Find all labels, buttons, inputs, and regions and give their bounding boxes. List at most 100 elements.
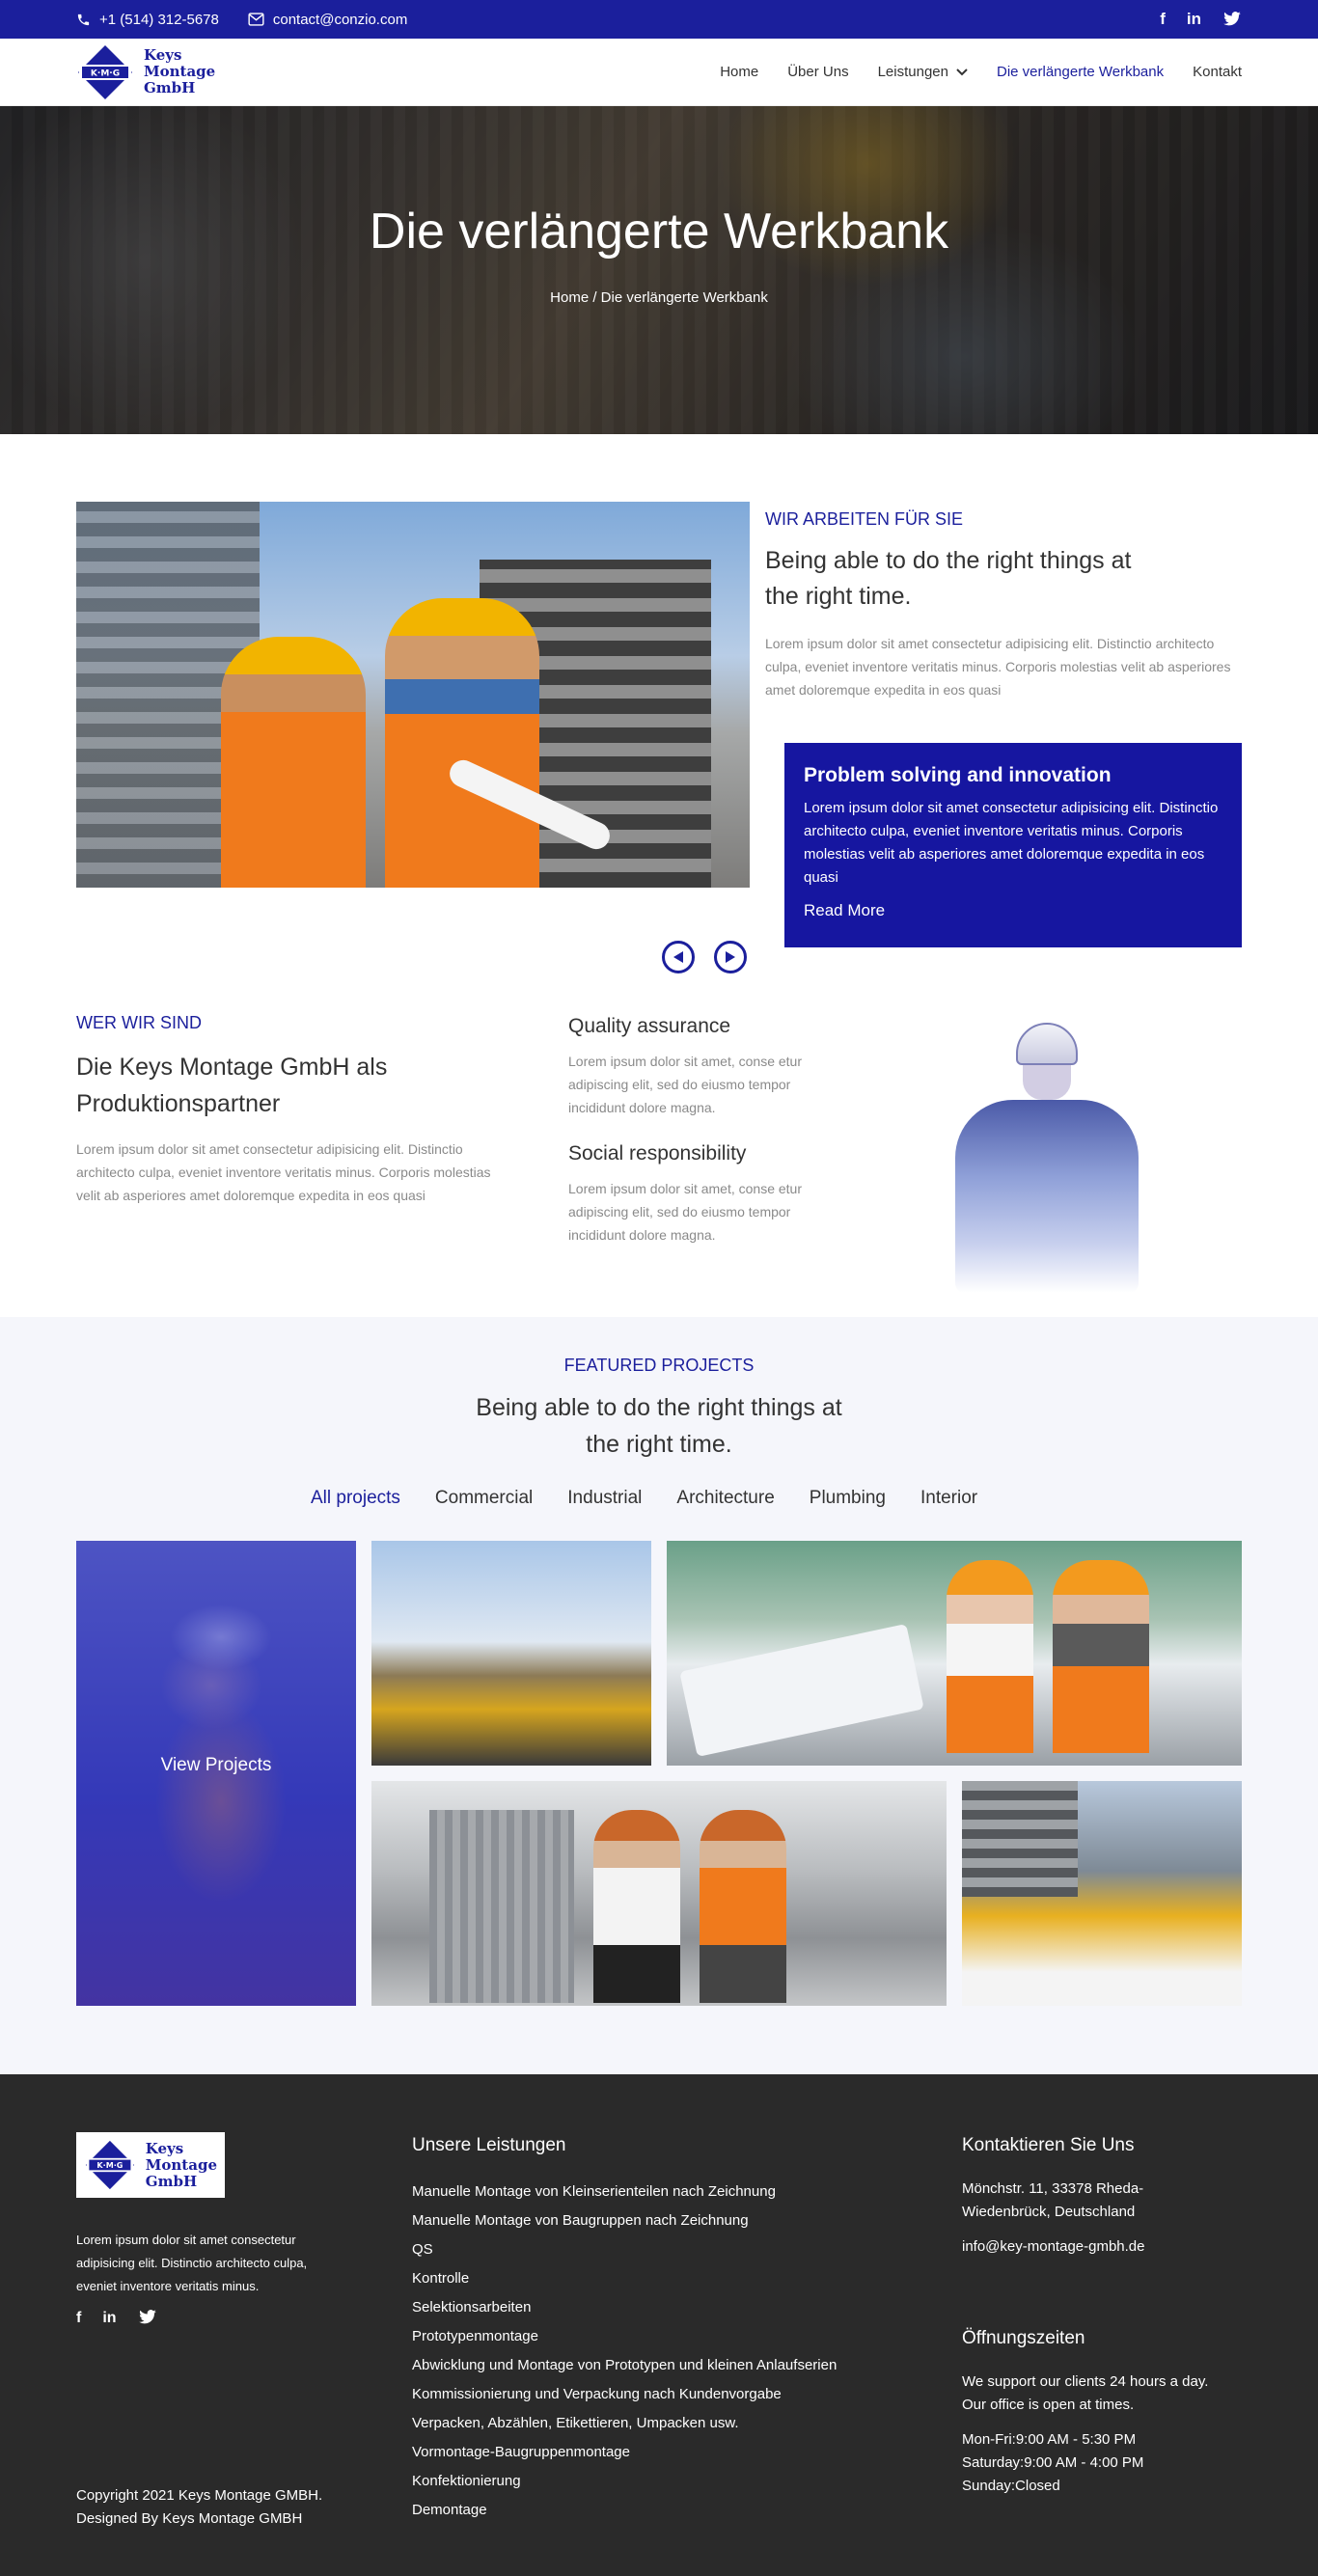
footer-heading: Öffnungszeiten [962,2328,1085,2348]
filter-architecture[interactable]: Architecture [676,1488,774,1509]
service-link[interactable]: Demontage [412,2496,837,2525]
footer-logo[interactable]: K·M·G Keys Montage GmbH [76,2132,225,2198]
logo-mark-text: K·M·G [96,2161,123,2170]
copyright-line: Copyright 2021 Keys Montage GMBH. [76,2487,323,2504]
filter-plumbing[interactable]: Plumbing [810,1488,886,1509]
project-tile[interactable] [962,1781,1242,2006]
linkedin-icon[interactable]: in [1187,10,1201,29]
filter-all-projects[interactable]: All projects [311,1488,400,1509]
service-link[interactable]: Kommissionierung und Verpackung nach Kun… [412,2380,837,2409]
main-navigation: K·M·G Keys Montage GmbH Home Über Uns Le… [0,39,1318,106]
service-link[interactable]: Vormontage-Baugruppenmontage [412,2438,837,2467]
address: Mönchstr. 11, 33378 Rheda-Wiedenbrück, D… [962,2180,1144,2220]
slider-prev-button[interactable] [662,941,695,973]
about-section: WIR ARBEITEN FÜR SIE Being able to do th… [0,434,1318,1317]
project-tile[interactable] [371,1781,947,2006]
hours-line: Mon-Fri:9:00 AM - 5:30 PM [962,2431,1137,2448]
logo-wordmark: Keys Montage GmbH [145,2140,217,2190]
facebook-icon[interactable]: f [1160,10,1166,29]
section-eyebrow: WIR ARBEITEN FÜR SIE [765,509,964,529]
logo-line: GmbH [145,2172,198,2190]
footer-about-text: Lorem ipsum dolor sit amet consectetur a… [76,2233,308,2293]
hours-line: Sunday:Closed [962,2478,1060,2494]
facebook-icon[interactable]: f [76,2310,81,2327]
project-tile[interactable]: View Projects [76,1541,356,2006]
feature-title: Social responsibility [568,1142,747,1165]
logo-line: GmbH [144,79,196,96]
features-list: Quality assurance Lorem ipsum dolor sit … [568,1015,819,1247]
logo-mark-text: K·M·G [91,69,120,78]
service-link[interactable]: Prototypenmontage [412,2322,837,2351]
read-more-link[interactable]: Read More [804,901,885,920]
linkedin-icon[interactable]: in [102,2310,116,2327]
footer-services: Unsere Leistungen Manuelle Montage von K… [412,2135,837,2525]
footer-email-link[interactable]: info@key-montage-gmbh.de [962,2235,1213,2259]
section-text: Lorem ipsum dolor sit amet consectetur a… [765,636,1231,698]
logo-line: Keys [144,46,182,64]
section-heading: Die Keys Montage GmbH als Produktionspar… [76,1054,388,1117]
page-hero: Die verlängerte Werkbank Home / Die verl… [0,106,1318,434]
heading-text: Being able to do the right things at the… [476,1394,842,1458]
slider-next-button[interactable] [714,941,747,973]
service-link[interactable]: Manuelle Montage von Baugruppen nach Zei… [412,2206,837,2235]
engineer-image [917,1023,1167,1293]
nav-item-leistungen[interactable]: Leistungen [878,64,968,80]
twitter-icon[interactable] [138,2310,157,2325]
section-eyebrow: FEATURED PROJECTS [563,1356,755,1375]
filter-commercial[interactable]: Commercial [435,1488,533,1509]
service-link[interactable]: Kontrolle [412,2264,837,2293]
arrow-right-icon [726,951,735,963]
service-link[interactable]: Manuelle Montage von Kleinserienteilen n… [412,2178,837,2206]
service-link[interactable]: Selektionsarbeiten [412,2293,837,2322]
logo-diamond-icon: K·M·G [78,44,132,99]
logo-line: Montage [144,63,216,80]
hours-list: Mon-Fri:9:00 AM - 5:30 PM Saturday:9:00 … [962,2428,1213,2498]
view-projects-link[interactable]: View Projects [76,1755,356,1776]
feature-item: Quality assurance Lorem ipsum dolor sit … [568,1015,819,1119]
logo-diamond-icon: K·M·G [85,2140,135,2190]
email-contact[interactable]: contact@conzio.com [248,12,407,28]
workers-slider-image [76,502,750,888]
footer-contact: Kontaktieren Sie Uns Mönchstr. 11, 33378… [962,2135,1213,2498]
feature-item: Social responsibility Lorem ipsum dolor … [568,1142,819,1247]
service-link[interactable]: QS [412,2235,837,2264]
featured-projects-section: FEATURED PROJECTS Being able to do the r… [0,1317,1318,2074]
filter-interior[interactable]: Interior [920,1488,977,1509]
footer-social: f in [76,2310,157,2327]
phone-number: +1 (514) 312-5678 [99,11,219,28]
page-title: Die verlängerte Werkbank [369,204,949,260]
mail-icon [248,13,264,26]
nav-item-home[interactable]: Home [720,64,758,80]
copyright: Copyright 2021 Keys Montage GMBH. Design… [76,2484,322,2531]
brand-logo[interactable]: K·M·G Keys Montage GmbH [76,43,215,101]
card-text: Lorem ipsum dolor sit amet consectetur a… [804,800,1219,886]
project-tile[interactable] [371,1541,651,1766]
footer-heading: Kontaktieren Sie Uns [962,2135,1135,2155]
service-link[interactable]: Abwicklung und Montage von Prototypen un… [412,2351,837,2380]
filter-industrial[interactable]: Industrial [567,1488,642,1509]
chevron-down-icon [956,68,968,75]
nav-item-kontakt[interactable]: Kontakt [1193,64,1242,80]
wir-arbeiten-block: WIR ARBEITEN FÜR SIE Being able to do th… [765,509,1248,701]
breadcrumb[interactable]: Home / Die verlängerte Werkbank [0,289,1318,306]
project-tile[interactable] [667,1541,1242,1766]
slider-controls [662,941,747,973]
section-heading: Being able to do the right things at the… [765,547,1132,610]
phone-contact[interactable]: +1 (514) 312-5678 [76,12,219,28]
twitter-icon[interactable] [1222,12,1242,27]
site-footer: K·M·G Keys Montage GmbH Lorem ipsum dolo… [0,2074,1318,2576]
hours-intro: We support our clients 24 hours a day. O… [962,2373,1209,2413]
arrow-left-icon [673,951,683,963]
service-link[interactable]: Konfektionierung [412,2467,837,2496]
section-eyebrow: WER WIR SIND [76,1013,202,1032]
nav-item-label: Leistungen [877,64,948,80]
nav-item-ueber-uns[interactable]: Über Uns [787,64,848,80]
logo-wordmark: Keys Montage GmbH [144,47,215,96]
top-bar: +1 (514) 312-5678 contact@conzio.com f i… [0,0,1318,39]
footer-heading: Unsere Leistungen [412,2135,566,2155]
nav-item-werkbank[interactable]: Die verlängerte Werkbank [997,64,1164,80]
innovation-card: Problem solving and innovation Lorem ips… [784,743,1242,947]
feature-title: Quality assurance [568,1015,731,1037]
card-title: Problem solving and innovation [804,764,1112,786]
service-link[interactable]: Verpacken, Abzählen, Etikettieren, Umpac… [412,2409,837,2438]
